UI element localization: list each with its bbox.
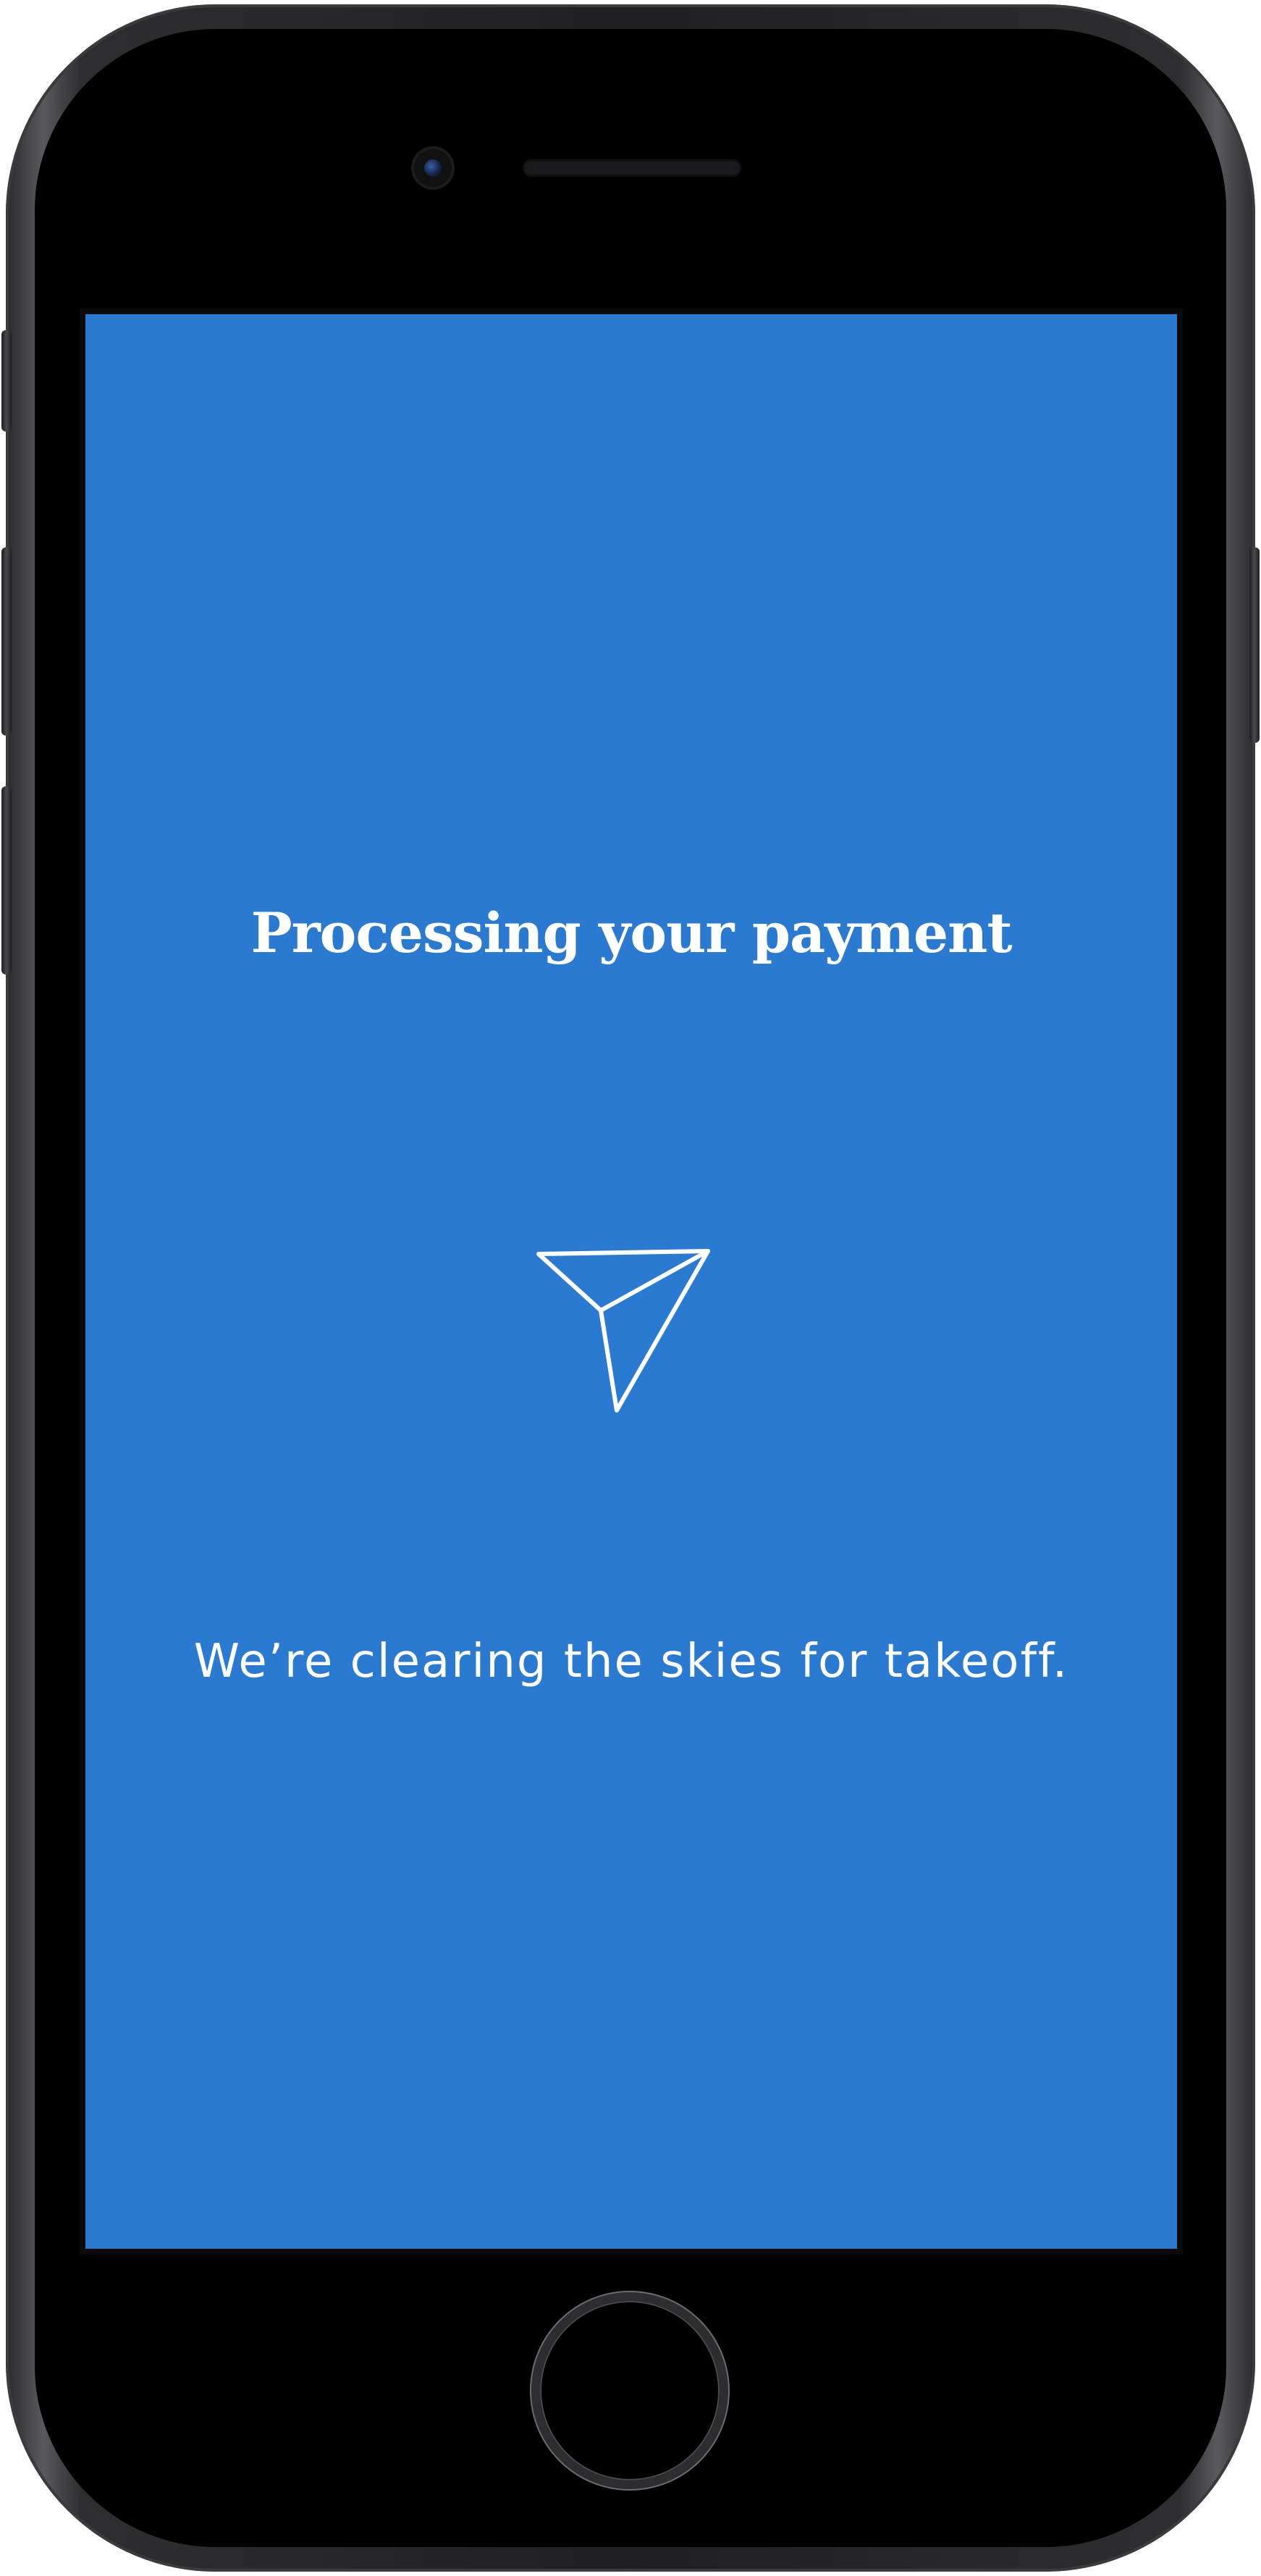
silent-switch	[1, 330, 12, 432]
volume-up-button	[1, 547, 12, 736]
front-camera	[414, 149, 452, 187]
payment-processing-screen: Processing your payment We’re clearing t…	[85, 314, 1177, 2249]
volume-down-button	[1, 786, 12, 975]
earpiece-speaker	[523, 159, 741, 177]
status-message: We’re clearing the skies for takeoff.	[193, 1635, 1069, 1688]
power-button	[1249, 547, 1260, 743]
paper-plane-icon	[536, 1249, 710, 1413]
page-title: Processing your payment	[250, 901, 1012, 965]
home-button[interactable]	[531, 2292, 728, 2489]
